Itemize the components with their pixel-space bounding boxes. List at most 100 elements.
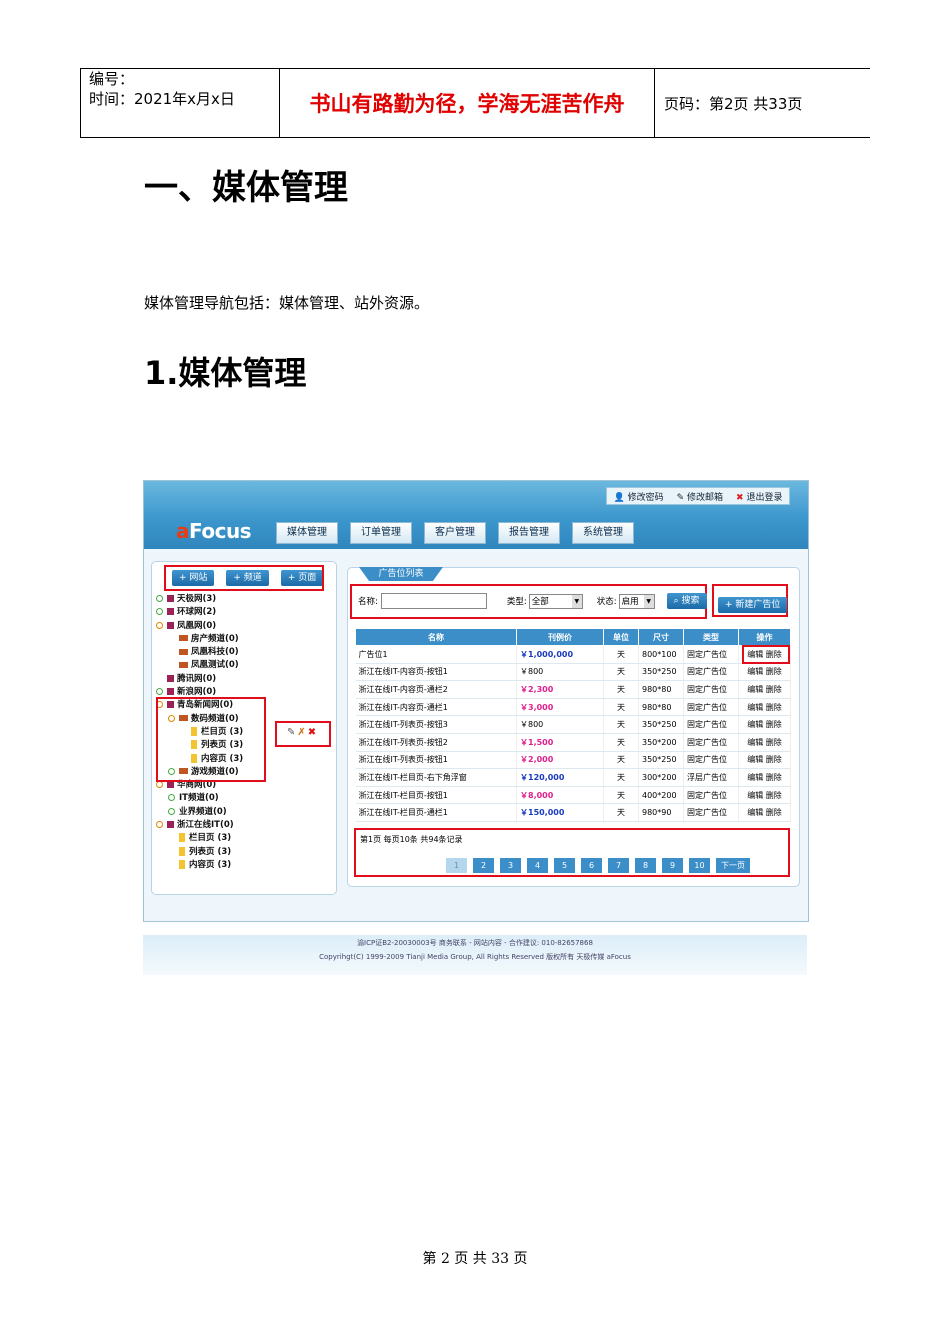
tab-media[interactable]: 媒体管理 — [276, 522, 338, 544]
tree-node[interactable]: 列表页 (3) — [156, 846, 243, 859]
col-size: 尺寸 — [638, 628, 684, 646]
tree-node[interactable]: IT频道(0) — [156, 792, 243, 805]
tree-node[interactable]: 内容页 (3) — [156, 859, 243, 872]
page-number-button[interactable]: 9 — [662, 858, 683, 873]
edit-link[interactable]: 编辑 — [747, 755, 763, 764]
page-number-button[interactable]: 8 — [635, 858, 656, 873]
expand-toggle-icon[interactable] — [156, 621, 163, 629]
edit-link[interactable]: 编辑 — [747, 738, 763, 747]
table-row: 浙江在线IT-栏目页-右下角浮窗 ￥120,000 天 300*200 浮层广告位 编辑 … — [355, 768, 791, 787]
delete-link[interactable]: 删除 — [766, 755, 782, 764]
page-number-button[interactable]: 3 — [500, 858, 521, 873]
status-select[interactable]: 启用 ▼ — [618, 593, 655, 609]
site-icon — [167, 674, 174, 682]
tree-node-label: 腾讯网(0) — [177, 673, 217, 684]
app-footer: 渝ICP证B2-20030003号 商务联系 - 网站内容 - 合作建议: 01… — [143, 935, 807, 975]
tools-icon[interactable]: ✗ — [297, 727, 305, 738]
logout-link[interactable]: ✖ 退出登录 — [736, 490, 782, 503]
change-email-link[interactable]: ✎ 修改邮箱 — [677, 490, 723, 503]
tree-node-label: 内容页 (3) — [189, 859, 232, 870]
app-banner: aFocus 👤 修改密码 ✎ 修改邮箱 ✖ 退出登录 媒体管理 订单管理 客户… — [144, 481, 808, 549]
tab-reports[interactable]: 报告管理 — [498, 522, 560, 544]
delete-link[interactable]: 删除 — [766, 808, 782, 817]
next-page-button[interactable]: 下一页 — [716, 858, 750, 873]
tree-node-label: 房产频道(0) — [191, 633, 239, 644]
tree-node-label: 环球网(2) — [177, 607, 217, 618]
page-number-button[interactable]: 4 — [527, 858, 548, 873]
edit-link[interactable]: 编辑 — [747, 773, 763, 782]
expand-toggle-icon[interactable] — [156, 781, 163, 789]
page-number-button[interactable]: 2 — [473, 858, 494, 873]
tab-system[interactable]: 系统管理 — [572, 522, 634, 544]
motto: 书山有路勤为径，学海无涯苦作舟 — [280, 69, 655, 137]
delete-link[interactable]: 删除 — [766, 738, 782, 747]
cell-type: 固定广告位 — [683, 733, 739, 752]
delete-link[interactable]: 删除 — [766, 791, 782, 800]
cell-size: 300*200 — [638, 768, 684, 787]
delete-link[interactable]: 删除 — [766, 703, 782, 712]
delete-link[interactable]: 删除 — [766, 685, 782, 694]
tree-node[interactable]: 浙江在线IT(0) — [156, 819, 243, 832]
delete-link[interactable]: 删除 — [766, 773, 782, 782]
table-row: 浙江在线IT-内容页-通栏2 ￥2,300 天 980*80 固定广告位 编辑 删除 — [355, 680, 791, 699]
change-password-link[interactable]: 👤 修改密码 — [614, 490, 664, 503]
page-number-button[interactable]: 10 — [689, 858, 710, 873]
new-ad-slot-button[interactable]: + 新建广告位 — [718, 597, 788, 613]
expand-toggle-icon[interactable] — [156, 821, 163, 829]
expand-toggle-icon[interactable] — [168, 794, 175, 802]
tab-orders[interactable]: 订单管理 — [350, 522, 412, 544]
name-input[interactable] — [380, 593, 487, 609]
footer-line-2: Copyrihgt(C) 1999-2009 Tianji Media Grou… — [319, 953, 631, 961]
tree-node[interactable]: 栏目页 (3) — [156, 832, 243, 845]
subsection-heading: 1.媒体管理 — [144, 354, 307, 392]
page-number-button[interactable]: 6 — [581, 858, 602, 873]
tree-node[interactable]: 腾讯网(0) — [156, 673, 243, 686]
tree-node[interactable]: 天极网(3) — [156, 593, 243, 606]
cell-type: 固定广告位 — [683, 663, 739, 682]
page-number-button[interactable]: 5 — [554, 858, 575, 873]
tree-node[interactable]: 房产频道(0) — [156, 633, 243, 646]
expand-toggle-icon[interactable] — [156, 595, 163, 602]
name-label: 名称: — [358, 597, 378, 607]
tree-node-label: 新浪网(0) — [177, 687, 217, 698]
delete-link[interactable]: 删除 — [766, 720, 782, 729]
header-left-cell: 编号： 时间：2021年x月x日 — [80, 69, 280, 137]
page-number-button[interactable]: 7 — [608, 858, 629, 873]
edit-link[interactable]: 编辑 — [747, 685, 763, 694]
pagination: 1 2 3 4 5 6 7 8 9 10 下一页 — [446, 858, 750, 873]
edit-link[interactable]: 编辑 — [747, 791, 763, 800]
expand-toggle-icon[interactable] — [156, 608, 163, 616]
tree-node-label: 天极网(3) — [177, 594, 217, 604]
edit-link[interactable]: 编辑 — [747, 720, 763, 729]
expand-toggle-icon[interactable] — [156, 688, 163, 696]
tree-node[interactable]: 环球网(2) — [156, 606, 243, 619]
tree-node[interactable]: 凤凰网(0) — [156, 620, 243, 633]
search-button[interactable]: ⌕ 搜索 — [666, 593, 707, 609]
edit-link[interactable]: 编辑 — [747, 667, 763, 676]
tree-node[interactable]: 凤凰科技(0) — [156, 646, 243, 659]
tree-node[interactable]: 业界频道(0) — [156, 806, 243, 819]
cell-name: 浙江在线IT-内容页-通栏1 — [355, 698, 517, 717]
channel-icon — [179, 661, 188, 668]
date-line: 时间：2021年x月x日 — [89, 90, 235, 108]
cell-size: 350*250 — [638, 715, 684, 734]
delete-link[interactable]: 删除 — [766, 667, 782, 676]
cell-unit: 天 — [603, 733, 639, 752]
cell-size: 980*90 — [638, 803, 684, 822]
expand-toggle-icon[interactable] — [168, 807, 175, 815]
cell-unit: 天 — [603, 698, 639, 717]
tab-customers[interactable]: 客户管理 — [424, 522, 486, 544]
cell-size: 350*250 — [638, 663, 684, 682]
cell-type: 固定广告位 — [683, 698, 739, 717]
search-bar: 名称: 类型: 全部 ▼ 状态: 启用 ▼ ⌕ 搜索 — [358, 593, 707, 609]
cell-unit: 天 — [603, 645, 639, 664]
col-name: 名称 — [355, 628, 517, 646]
edit-icon[interactable]: ✎ — [287, 727, 295, 738]
tree-node[interactable]: 凤凰测试(0) — [156, 659, 243, 672]
page-number-button[interactable]: 1 — [446, 858, 467, 873]
edit-link[interactable]: 编辑 — [747, 703, 763, 712]
type-select[interactable]: 全部 ▼ — [528, 593, 583, 609]
delete-icon[interactable]: ✖ — [308, 727, 316, 738]
table-row: 浙江在线IT-内容页-通栏1 ￥3,000 天 980*80 固定广告位 编辑 删除 — [355, 698, 791, 717]
edit-link[interactable]: 编辑 — [747, 808, 763, 817]
